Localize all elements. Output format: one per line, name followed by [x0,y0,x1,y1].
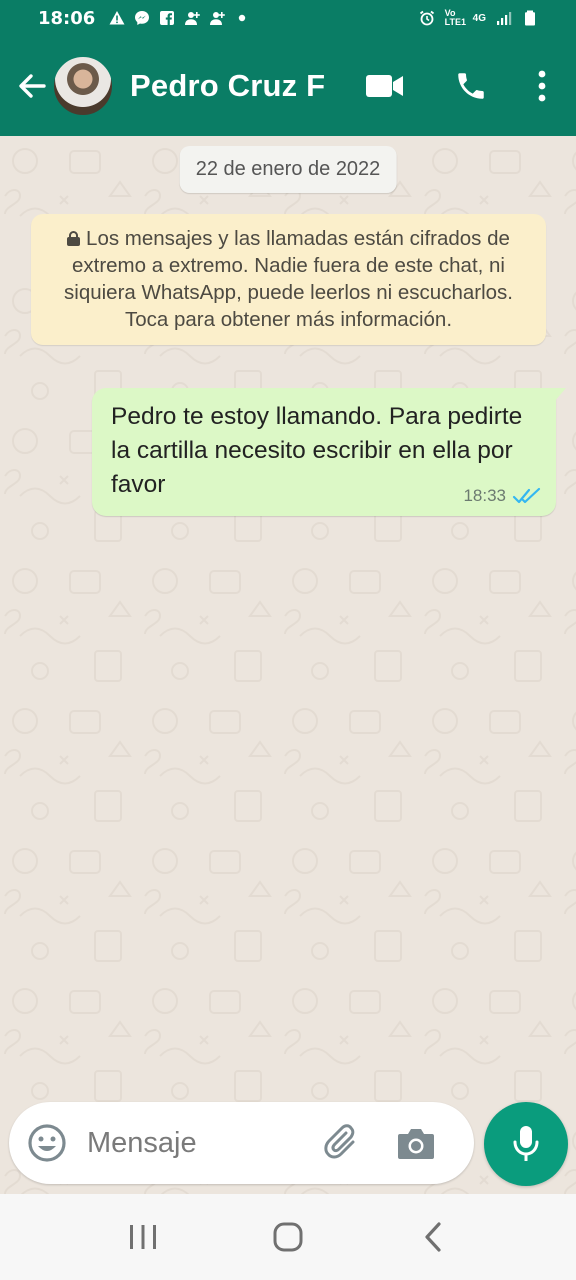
message-bubble-outgoing[interactable]: Pedro te estoy llamando. Para pedirte la… [92,388,566,516]
microphone-icon [513,1126,539,1161]
back-nav-button[interactable] [403,1207,463,1267]
encryption-notice-text: Los mensajes y las llamadas están cifrad… [64,227,513,331]
emoji-icon [28,1124,66,1162]
back-button[interactable] [12,66,52,106]
facebook-icon [160,11,175,25]
dot-icon [239,14,246,22]
video-call-button[interactable] [342,56,428,116]
more-vertical-icon [538,70,546,102]
more-options-button[interactable] [514,56,570,116]
contact-name[interactable]: Pedro Cruz F [130,68,325,104]
emoji-button[interactable] [27,1123,67,1163]
date-chip: 22 de enero de 2022 [179,146,397,193]
system-icons: Vo LTE1 4G [419,9,538,27]
chevron-left-icon [425,1222,441,1252]
message-composer [9,1102,474,1184]
camera-button[interactable] [394,1121,438,1165]
person-add-icon [210,12,226,25]
video-camera-icon [366,75,403,97]
recent-apps-icon [129,1225,156,1249]
messenger-icon [135,11,150,25]
voice-call-button[interactable] [428,56,514,116]
encryption-notice[interactable]: Los mensajes y las llamadas están cifrad… [31,214,546,345]
recent-apps-button[interactable] [113,1207,173,1267]
avatar[interactable] [52,55,114,117]
4g-icon: 4G [472,12,486,24]
battery-icon [525,10,535,26]
system-navigation-bar [0,1194,576,1280]
home-button[interactable] [258,1207,318,1267]
arrow-left-icon [19,74,46,98]
phone-icon [458,73,484,99]
chat-header: Pedro Cruz F [0,36,576,136]
voice-message-button[interactable] [484,1102,568,1186]
message-meta: 18:33 [463,486,542,506]
notification-icons [109,10,250,26]
volte-icon: Vo LTE1 [444,8,466,27]
attach-button[interactable] [320,1121,364,1165]
home-icon [273,1222,303,1252]
person-add-icon [185,12,201,25]
message-input[interactable] [87,1126,307,1160]
message-time: 18:33 [463,486,506,505]
warning-icon [109,11,125,25]
alarm-icon [419,10,434,26]
double-check-read-icon [512,487,541,504]
chat-area[interactable]: 22 de enero de 2022 Los mensajes y las l… [0,136,576,1194]
signal-icon [497,12,512,25]
lock-icon [67,231,81,246]
status-time: 18:06 [38,7,96,29]
paperclip-icon [324,1124,355,1159]
status-bar: 18:06 Vo LTE1 4G [0,0,576,36]
camera-icon [398,1129,434,1159]
